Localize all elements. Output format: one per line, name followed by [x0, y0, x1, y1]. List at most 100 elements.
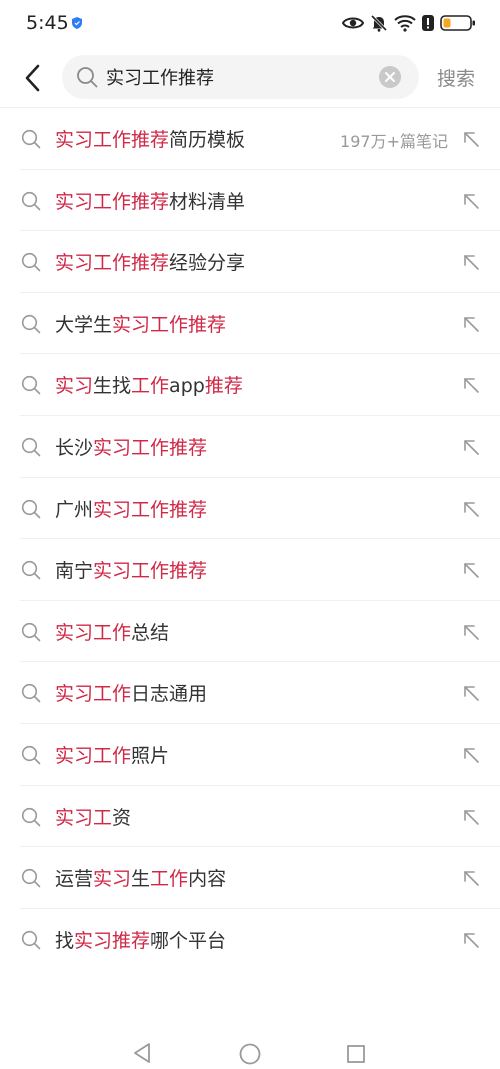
suggestion-text: 实习工作推荐经验分享: [55, 248, 245, 275]
highlighted-keyword: 实习工作推荐: [55, 190, 170, 213]
suggestion-fragment: 照片: [131, 744, 170, 767]
fill-query-arrow-icon[interactable]: [461, 807, 481, 827]
suggestion-fragment: 总结: [131, 621, 170, 644]
suggestion-text: 广州实习工作推荐: [55, 495, 207, 522]
search-icon: [21, 499, 41, 518]
status-bar: 5:45: [0, 0, 500, 48]
fill-query-arrow-icon[interactable]: [461, 499, 481, 519]
eye-icon: [342, 17, 364, 29]
highlighted-keyword: 实习工作: [55, 621, 132, 644]
search-icon: [21, 930, 41, 950]
highlighted-keyword: 工作: [131, 375, 170, 398]
fill-query-arrow-icon[interactable]: [461, 314, 481, 334]
suggestion-text: 南宁实习工作推荐: [55, 556, 207, 583]
clear-icon[interactable]: [379, 66, 401, 88]
suggestion-item[interactable]: 实习工作推荐经验分享: [0, 231, 500, 293]
back-triangle-icon[interactable]: [132, 1042, 152, 1064]
highlighted-keyword: 实习工: [55, 806, 113, 829]
search-icon: [21, 437, 41, 457]
fill-query-arrow-icon[interactable]: [461, 745, 481, 765]
highlighted-keyword: 实习: [55, 375, 94, 398]
fill-query-arrow-icon[interactable]: [461, 560, 481, 580]
suggestion-item[interactable]: 广州实习工作推荐: [0, 478, 500, 540]
search-icon: [21, 745, 41, 765]
suggestion-fragment: 生找: [93, 375, 132, 398]
suggestion-item[interactable]: 实习工作总结: [0, 601, 500, 663]
suggestion-fragment: 哪个平台: [150, 929, 227, 952]
suggestion-fragment: 大学生: [55, 313, 113, 336]
search-header: 搜索: [0, 48, 500, 108]
suggestion-fragment: 简历模板: [169, 129, 246, 151]
fill-query-arrow-icon[interactable]: [461, 191, 481, 211]
fill-query-arrow-icon[interactable]: [461, 683, 481, 703]
suggestion-item[interactable]: 实习工作推荐材料清单: [0, 170, 500, 232]
suggestion-fragment: 运营: [55, 868, 94, 891]
highlighted-keyword: 实习工作推荐: [55, 129, 170, 151]
suggestion-item[interactable]: 南宁实习工作推荐: [0, 539, 500, 601]
suggestion-fragment: 内容: [188, 868, 227, 891]
fill-query-arrow-icon[interactable]: [461, 129, 481, 149]
search-icon: [21, 622, 41, 642]
shield-icon: [72, 17, 82, 29]
note-count: 197万+篇笔记: [340, 132, 448, 151]
search-icon: [21, 807, 41, 826]
suggestion-item[interactable]: 实习生找工作app推荐: [0, 354, 500, 416]
suggestion-item[interactable]: 实习工作日志通用: [0, 662, 500, 724]
suggestion-fragment: 广州: [55, 498, 94, 521]
battery-icon: [440, 15, 475, 31]
status-time: 5:45: [26, 12, 69, 34]
wifi-icon: [394, 15, 416, 32]
highlighted-keyword: 实习工作推荐: [93, 436, 208, 459]
alert-icon: [422, 15, 434, 31]
search-icon: [77, 67, 98, 88]
highlighted-keyword: 实习工作: [55, 744, 132, 767]
suggestion-fragment: 南宁: [55, 560, 94, 583]
highlighted-keyword: 工作: [150, 868, 189, 891]
status-icons: [342, 12, 476, 34]
back-arrow-icon[interactable]: [20, 63, 46, 93]
suggestion-fragment: 材料清单: [169, 190, 246, 213]
suggestion-item[interactable]: 找实习推荐哪个平台: [0, 909, 500, 971]
suggestion-fragment: app: [169, 375, 205, 398]
search-icon: [21, 376, 41, 395]
search-icon: [21, 869, 41, 888]
search-box[interactable]: [62, 55, 419, 99]
suggestion-text: 运营实习生工作内容: [55, 864, 226, 891]
suggestion-item[interactable]: 实习工作照片: [0, 724, 500, 786]
highlighted-keyword: 实习推荐: [74, 929, 151, 952]
suggestion-text: 实习生找工作app推荐: [55, 371, 243, 398]
suggestion-text: 实习工资: [55, 803, 131, 830]
fill-query-arrow-icon[interactable]: [461, 868, 481, 888]
suggestion-item[interactable]: 运营实习生工作内容: [0, 847, 500, 909]
suggestion-text: 大学生实习工作推荐: [55, 310, 226, 337]
search-icon: [21, 129, 41, 149]
search-icon: [21, 314, 41, 334]
suggestion-list: 实习工作推荐简历模板 197万+篇笔记 实习工作推荐材料清单 实习工作推荐经验分享 大学…: [0, 108, 500, 970]
fill-query-arrow-icon[interactable]: [461, 252, 481, 272]
suggestion-item[interactable]: 实习工资: [0, 786, 500, 848]
suggestion-text: 实习工作总结: [55, 618, 169, 645]
search-input[interactable]: [106, 61, 366, 93]
highlighted-keyword: 实习工作: [55, 683, 132, 706]
suggestion-item[interactable]: 实习工作推荐简历模板 197万+篇笔记: [0, 108, 500, 170]
recent-square-icon[interactable]: [346, 1044, 366, 1064]
fill-query-arrow-icon[interactable]: [461, 437, 481, 457]
highlighted-keyword: 实习工作推荐: [112, 313, 227, 336]
suggestion-fragment: 资: [112, 806, 132, 829]
fill-query-arrow-icon[interactable]: [461, 622, 481, 642]
search-button[interactable]: 搜索: [437, 64, 475, 91]
fill-query-arrow-icon[interactable]: [461, 375, 481, 395]
suggestion-fragment: 经验分享: [169, 252, 246, 275]
search-icon: [21, 561, 41, 580]
suggestion-item[interactable]: 长沙实习工作推荐: [0, 416, 500, 478]
highlighted-keyword: 推荐: [204, 375, 243, 398]
suggestion-item[interactable]: 大学生实习工作推荐: [0, 293, 500, 355]
fill-query-arrow-icon[interactable]: [461, 930, 481, 950]
highlighted-keyword: 实习: [93, 868, 132, 891]
system-nav-bar: [0, 1030, 500, 1069]
suggestion-fragment: 长沙: [55, 436, 94, 459]
home-circle-icon[interactable]: [239, 1043, 261, 1065]
highlighted-keyword: 实习工作推荐: [55, 252, 170, 275]
highlighted-keyword: 实习工作推荐: [93, 498, 208, 521]
suggestion-text: 实习工作推荐材料清单: [55, 187, 245, 214]
